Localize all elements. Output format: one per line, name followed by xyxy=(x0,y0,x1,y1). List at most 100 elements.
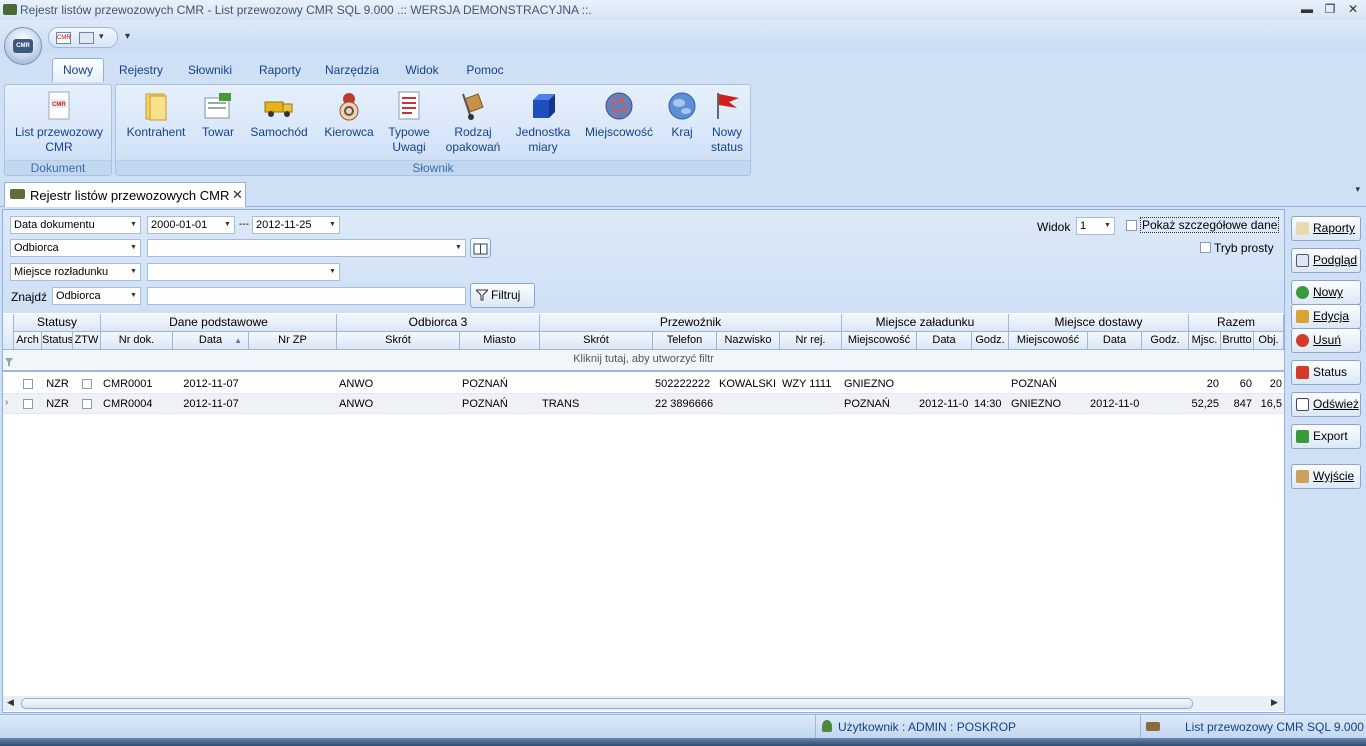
row-checkbox[interactable] xyxy=(23,379,33,389)
tab-narzedzia[interactable]: Narzędzia xyxy=(319,62,385,82)
col-ztw[interactable]: ZTW xyxy=(73,332,101,350)
cell-arch[interactable] xyxy=(14,374,42,394)
edycja-button[interactable]: Edycja xyxy=(1291,304,1361,329)
col-odbiorca-skrot[interactable]: Skrót xyxy=(337,332,460,350)
tab-slowniki[interactable]: Słowniki xyxy=(180,62,240,82)
book-lookup-button[interactable] xyxy=(470,238,491,258)
show-details-checkbox[interactable] xyxy=(1126,220,1137,231)
view-select[interactable]: 1 ▼ xyxy=(1076,217,1115,235)
col-nr-dok[interactable]: Nr dok. xyxy=(101,332,173,350)
table-row[interactable]: › NZR CMR0004 2012-11-07 ANWO POZNAŃ TRANS 22 3… xyxy=(3,394,1284,414)
date-from-picker[interactable]: 2000-01-01 ▼ xyxy=(147,216,235,234)
column-chooser-icon[interactable] xyxy=(3,314,14,350)
close-tab-icon[interactable]: ✕ xyxy=(232,187,243,203)
scroll-right-icon[interactable]: ▶ xyxy=(1271,697,1278,708)
auto-filter-row[interactable]: Kliknij tutaj, aby utworzyć filtr xyxy=(3,350,1284,372)
tab-list-chevron-icon[interactable]: ▾ xyxy=(1355,184,1360,195)
cell-ztw[interactable] xyxy=(73,374,101,394)
jednostka-miary-button[interactable]: Jednostka miary xyxy=(510,88,576,155)
recipient-value-select[interactable]: ▼ xyxy=(147,239,466,257)
filter-button[interactable]: Filtruj xyxy=(470,283,535,308)
cell-ztw[interactable] xyxy=(73,394,101,414)
export-button[interactable]: Export xyxy=(1291,424,1361,449)
tab-pomoc[interactable]: Pomoc xyxy=(458,62,512,82)
find-input[interactable] xyxy=(147,287,466,305)
col-nr-rej[interactable]: Nr rej. xyxy=(780,332,842,350)
tab-rejestr-cmr[interactable]: Rejestr listów przewozowych CMR ✕ xyxy=(4,182,246,207)
application-menu-button[interactable]: CMR xyxy=(4,27,42,65)
ribbon-button-label: Rodzaj opakowań xyxy=(445,125,501,154)
window-layout-icon[interactable] xyxy=(79,32,94,44)
usun-button[interactable]: Usuń xyxy=(1291,328,1361,353)
unload-value-select[interactable]: ▼ xyxy=(147,263,340,281)
miejscowosc-button[interactable]: Miejscowość xyxy=(582,88,656,140)
scroll-thumb[interactable] xyxy=(21,698,1193,709)
minimize-button[interactable]: ▬ xyxy=(1298,2,1316,17)
recipient-field-select[interactable]: Odbiorca ▼ xyxy=(10,239,141,257)
col-nr-zp[interactable]: Nr ZP xyxy=(249,332,337,350)
table-row[interactable]: NZR CMR0001 2012-11-07 ANWO POZNAŃ 502222222 K… xyxy=(3,374,1284,394)
kraj-button[interactable]: Kraj xyxy=(662,88,702,140)
unload-field-select[interactable]: Miejsce rozładunku ▼ xyxy=(10,263,141,281)
samochod-button[interactable]: Samochód xyxy=(246,88,312,140)
chevron-down-icon[interactable]: ▾ xyxy=(99,31,104,42)
nowy-status-button[interactable]: Nowy status xyxy=(706,88,748,155)
podglad-button[interactable]: Podgląd xyxy=(1291,248,1361,273)
status-user: Użytkownik : ADMIN : POSKROP xyxy=(838,720,1017,734)
tab-rejestry[interactable]: Rejestry xyxy=(112,62,170,82)
rodzaj-opakowan-button[interactable]: Rodzaj opakowań xyxy=(442,88,504,155)
col-zaladunek-godz[interactable]: Godz. xyxy=(972,332,1009,350)
cell-nr-rej xyxy=(780,394,842,414)
col-nazwisko[interactable]: Nazwisko xyxy=(717,332,780,350)
kontrahent-button[interactable]: Kontrahent xyxy=(120,88,192,140)
os-taskbar xyxy=(0,738,1366,746)
col-telefon[interactable]: Telefon xyxy=(653,332,717,350)
row-checkbox[interactable] xyxy=(82,379,92,389)
col-zaladunek-miejscowosc[interactable]: Miejscowość xyxy=(842,332,917,350)
date-field-select[interactable]: Data dokumentu ▼ xyxy=(10,216,141,234)
horizontal-scrollbar[interactable]: ◀ ▶ xyxy=(3,696,1284,711)
typowe-uwagi-button[interactable]: Typowe Uwagi xyxy=(382,88,436,155)
col-data[interactable]: Data ▲ xyxy=(173,332,249,350)
sort-ascending-icon: ▲ xyxy=(234,336,242,345)
col-przewoznik-skrot[interactable]: Skrót xyxy=(540,332,653,350)
col-obj[interactable]: Obj. xyxy=(1254,332,1284,350)
col-odbiorca-miasto[interactable]: Miasto xyxy=(460,332,540,350)
maximize-button[interactable]: ❐ xyxy=(1321,2,1339,17)
col-arch[interactable]: Arch xyxy=(14,332,42,350)
cmr-new-icon[interactable]: CMR xyxy=(56,32,71,44)
tab-raporty[interactable]: Raporty xyxy=(251,62,309,82)
find-field-select[interactable]: Odbiorca ▼ xyxy=(52,287,141,305)
col-dostawa-godz[interactable]: Godz. xyxy=(1142,332,1189,350)
tab-widok[interactable]: Widok xyxy=(397,62,447,82)
odswiez-button[interactable]: Odśwież xyxy=(1291,392,1361,417)
scroll-left-icon[interactable]: ◀ xyxy=(7,697,14,708)
truck-icon xyxy=(10,189,25,199)
wyjscie-button[interactable]: Wyjście xyxy=(1291,464,1361,489)
add-icon xyxy=(1296,286,1309,299)
col-status[interactable]: Status xyxy=(42,332,73,350)
tab-nowy[interactable]: Nowy xyxy=(52,58,104,83)
col-dostawa-data[interactable]: Data xyxy=(1088,332,1142,350)
row-checkbox[interactable] xyxy=(23,399,33,409)
row-checkbox[interactable] xyxy=(82,399,92,409)
customize-qat-icon[interactable]: ▾ xyxy=(125,31,130,42)
raporty-button[interactable]: Raporty xyxy=(1291,216,1361,241)
goods-icon xyxy=(202,90,234,122)
towar-button[interactable]: Towar xyxy=(194,88,242,140)
col-zaladunek-data[interactable]: Data xyxy=(917,332,972,350)
kierowca-button[interactable]: Kierowca xyxy=(318,88,380,140)
col-mjsc[interactable]: Mjsc. xyxy=(1189,332,1221,350)
hand-truck-icon xyxy=(457,90,489,122)
cell-arch[interactable] xyxy=(14,394,42,414)
simple-mode-checkbox[interactable] xyxy=(1200,242,1211,253)
nowy-button[interactable]: Nowy xyxy=(1291,280,1361,305)
new-cmr-document-button[interactable]: CMR List przewozowy CMR xyxy=(11,88,107,155)
col-dostawa-miejscowosc[interactable]: Miejscowość xyxy=(1009,332,1088,350)
group-label-dokument: Dokument xyxy=(5,160,111,175)
col-brutto[interactable]: Brutto xyxy=(1221,332,1254,350)
ribbon-button-label: Samochód xyxy=(250,125,308,139)
close-window-button[interactable]: ✕ xyxy=(1344,2,1362,17)
date-to-picker[interactable]: 2012-11-25 ▼ xyxy=(252,216,340,234)
status-button[interactable]: Status xyxy=(1291,360,1361,385)
